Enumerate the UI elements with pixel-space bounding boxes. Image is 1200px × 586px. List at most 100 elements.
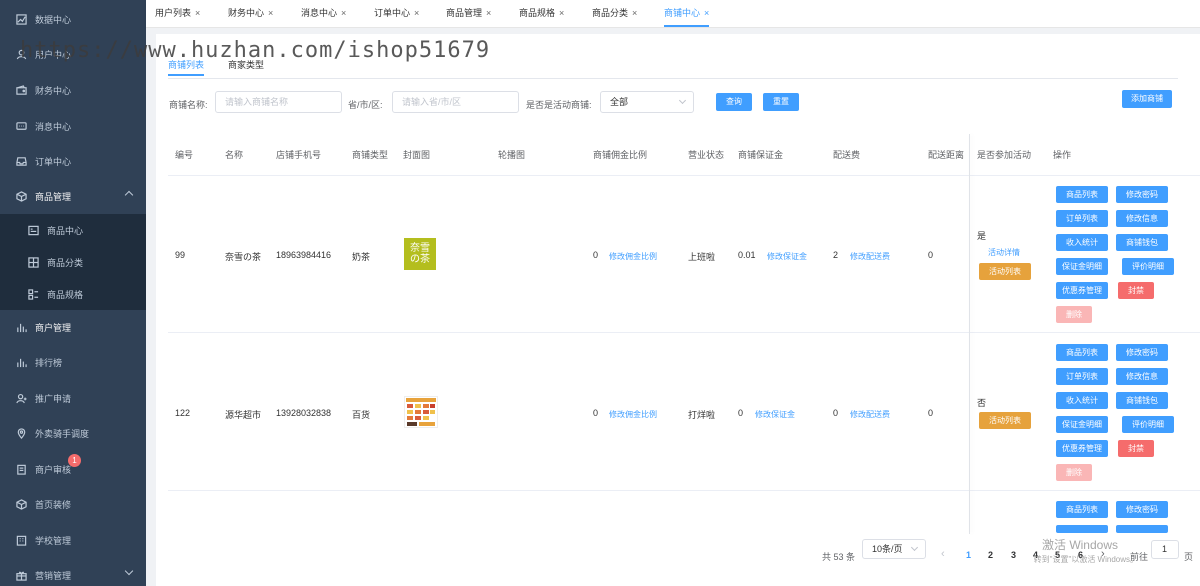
shop-wallet-button[interactable]: 商铺钱包 xyxy=(1116,392,1168,409)
sidebar-item-merchant-review[interactable]: 商户审核 1 xyxy=(0,452,146,487)
sidebar-item-rider-dispatch[interactable]: 外卖骑手调度 xyxy=(0,416,146,451)
tab-message[interactable]: 消息中心 × xyxy=(301,0,346,27)
close-icon[interactable]: × xyxy=(486,8,491,18)
delete-button[interactable]: 删除 xyxy=(1056,306,1092,323)
goods-list-button[interactable]: 商品列表 xyxy=(1056,501,1108,518)
income-stats-button[interactable]: 收入统计 xyxy=(1056,234,1108,251)
activity-detail-link[interactable]: 活动详情 xyxy=(988,247,1020,258)
tab-user-list[interactable]: 用户列表 × xyxy=(155,0,200,27)
order-list-button[interactable]: 订单列表 xyxy=(1056,210,1108,227)
main-panel: 商铺列表 商家类型 商铺名称: 请输入商铺名称 省/市/区: 请输入省/市/区 … xyxy=(156,34,1200,586)
edit-fee-link[interactable]: 修改配送费 xyxy=(850,409,890,420)
reset-button[interactable]: 重置 xyxy=(763,93,799,111)
close-icon[interactable]: × xyxy=(704,8,709,18)
review-detail-button[interactable]: 评价明细 xyxy=(1122,416,1174,433)
close-icon[interactable]: × xyxy=(414,8,419,18)
col-header-status: 营业状态 xyxy=(688,150,725,160)
edit-info-button[interactable]: 修改信息 xyxy=(1116,368,1168,385)
edit-commission-link[interactable]: 修改佣金比例 xyxy=(609,409,657,420)
tab-shop-center[interactable]: 商铺中心 × xyxy=(664,0,710,27)
tab-orders[interactable]: 订单中心 × xyxy=(374,0,419,27)
sidebar-item-goods-category[interactable]: 商品分类 xyxy=(0,246,146,278)
sidebar-item-promotion[interactable]: 推广申请 xyxy=(0,381,146,416)
deposit-detail-button[interactable]: 保证金明细 xyxy=(1056,416,1108,433)
add-shop-button[interactable]: 添加商铺 xyxy=(1122,90,1172,108)
change-password-button[interactable]: 修改密码 xyxy=(1116,186,1168,203)
cell-fee: 0 xyxy=(833,408,839,418)
sidebar-item-orders[interactable]: 订单中心 xyxy=(0,144,146,179)
cover-image[interactable] xyxy=(404,396,438,428)
cell-phone: 13928032838 xyxy=(276,408,332,418)
sidebar-item-school-mgmt[interactable]: 学校管理 xyxy=(0,523,146,558)
divider xyxy=(168,78,1178,79)
order-list-button[interactable]: 订单列表 xyxy=(1056,368,1108,385)
table-divider xyxy=(168,332,1200,333)
goods-list-button[interactable]: 商品列表 xyxy=(1056,186,1108,203)
edit-info-button[interactable] xyxy=(1116,525,1168,533)
delete-button[interactable]: 删除 xyxy=(1056,464,1092,481)
close-icon[interactable]: × xyxy=(559,8,564,18)
edit-deposit-link[interactable]: 修改保证金 xyxy=(755,409,795,420)
income-stats-button[interactable]: 收入统计 xyxy=(1056,392,1108,409)
active-shop-select[interactable]: 全部 xyxy=(600,91,694,113)
site-watermark: https://www.huzhan.com/ishop51679 xyxy=(20,38,491,63)
edit-deposit-link[interactable]: 修改保证金 xyxy=(767,251,807,262)
tab-finance[interactable]: 财务中心 × xyxy=(228,0,273,27)
sidebar-item-marketing[interactable]: 营销管理 xyxy=(0,558,146,586)
sidebar-item-home-decoration[interactable]: 首页装修 xyxy=(0,487,146,522)
change-password-button[interactable]: 修改密码 xyxy=(1116,344,1168,361)
close-icon[interactable]: × xyxy=(268,8,273,18)
cell-phone: 18963984416 xyxy=(276,250,332,260)
sidebar-item-message[interactable]: 消息中心 xyxy=(0,109,146,144)
query-button[interactable]: 查询 xyxy=(716,93,752,111)
sidebar-item-goods-center[interactable]: 商品中心 xyxy=(0,214,146,246)
sidebar-item-goods-mgmt[interactable]: 商品管理 xyxy=(0,179,146,214)
ban-button[interactable]: 封禁 xyxy=(1118,282,1154,299)
activity-list-button[interactable]: 活动列表 xyxy=(979,412,1031,429)
page-number[interactable]: 1 xyxy=(966,550,971,560)
edit-info-button[interactable]: 修改信息 xyxy=(1116,210,1168,227)
close-icon[interactable]: × xyxy=(632,8,637,18)
edit-commission-link[interactable]: 修改佣金比例 xyxy=(609,251,657,262)
cell-status: 打烊啦 xyxy=(688,410,716,420)
page-number[interactable]: 2 xyxy=(988,550,993,560)
sidebar-item-ranking[interactable]: 排行榜 xyxy=(0,345,146,380)
sidebar-item-finance[interactable]: 财务中心 xyxy=(0,73,146,108)
user-add-icon xyxy=(15,393,27,405)
building-icon xyxy=(15,535,27,547)
cover-image[interactable]: 奈雪 の茶 xyxy=(404,238,436,270)
region-input[interactable]: 请输入省/市/区 xyxy=(392,91,519,113)
page-number[interactable]: 3 xyxy=(1011,550,1016,560)
sidebar-item-data-center[interactable]: 数据中心 xyxy=(0,2,146,37)
page-size-select[interactable]: 10条/页 xyxy=(862,539,926,559)
message-icon xyxy=(15,121,27,133)
shop-wallet-button[interactable]: 商铺钱包 xyxy=(1116,234,1168,251)
cover-logo-text: 奈雪 xyxy=(410,243,430,254)
edit-fee-link[interactable]: 修改配送费 xyxy=(850,251,890,262)
sidebar-item-label: 首页装修 xyxy=(35,500,72,510)
order-list-button[interactable] xyxy=(1056,525,1108,533)
tab-goods-mgmt[interactable]: 商品管理 × xyxy=(446,0,491,27)
box-icon xyxy=(15,499,27,511)
close-icon[interactable]: × xyxy=(341,8,346,18)
goto-page-input[interactable]: 1 xyxy=(1151,540,1179,559)
activity-list-button[interactable]: 活动列表 xyxy=(979,263,1031,280)
coupon-mgmt-button[interactable]: 优惠券管理 xyxy=(1056,440,1108,457)
bar-chart-icon xyxy=(15,322,27,334)
shop-name-input[interactable]: 请输入商铺名称 xyxy=(215,91,342,113)
sidebar-item-goods-spec[interactable]: 商品规格 xyxy=(0,278,146,310)
chart-line-icon xyxy=(15,14,27,26)
change-password-button[interactable]: 修改密码 xyxy=(1116,501,1168,518)
ban-button[interactable]: 封禁 xyxy=(1118,440,1154,457)
col-header-carousel: 轮播图 xyxy=(498,150,526,160)
coupon-mgmt-button[interactable]: 优惠券管理 xyxy=(1056,282,1108,299)
tab-goods-category[interactable]: 商品分类 × xyxy=(592,0,637,27)
cell-deposit: 0.01 xyxy=(738,250,756,260)
close-icon[interactable]: × xyxy=(195,8,200,18)
review-detail-button[interactable]: 评价明细 xyxy=(1122,258,1174,275)
tab-goods-spec[interactable]: 商品规格 × xyxy=(519,0,564,27)
sidebar-item-merchant-mgmt[interactable]: 商户管理 xyxy=(0,310,146,345)
deposit-detail-button[interactable]: 保证金明细 xyxy=(1056,258,1108,275)
prev-page-button[interactable]: ‹ xyxy=(941,548,945,560)
goods-list-button[interactable]: 商品列表 xyxy=(1056,344,1108,361)
